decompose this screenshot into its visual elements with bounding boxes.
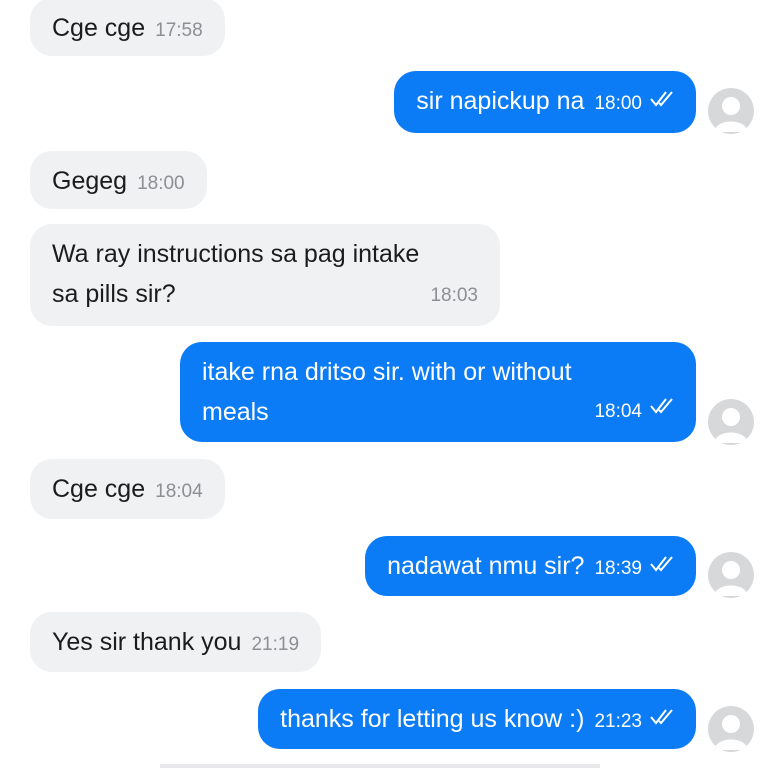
double-check-icon xyxy=(650,545,674,585)
message-text: Yes sir thank you xyxy=(52,628,242,656)
message-text: Cge cge xyxy=(52,475,146,503)
message-text-line: Wa ray instructions sa pag intake xyxy=(52,240,420,268)
double-check-icon xyxy=(650,80,674,120)
message-time: 18:00 xyxy=(137,173,185,194)
message-text-line: itake rna dritso sir. with or without xyxy=(202,358,572,386)
avatar[interactable] xyxy=(708,88,754,134)
message-text-line: sa pills sir? xyxy=(52,280,176,308)
message-bubble-outgoing[interactable]: itake rna dritso sir. with or without me… xyxy=(180,342,696,442)
message-bubble-incoming[interactable]: Cge cge 17:58 xyxy=(30,0,225,56)
message-bubble-outgoing[interactable]: thanks for letting us know :) 21:23 xyxy=(258,689,696,749)
message-bubble-incoming[interactable]: Yes sir thank you 21:19 xyxy=(30,612,322,672)
divider xyxy=(160,764,600,768)
message-text: thanks for letting us know :) xyxy=(280,705,585,733)
avatar[interactable] xyxy=(708,399,754,445)
message-meta: 18:04 xyxy=(594,392,674,432)
user-placeholder-icon xyxy=(714,97,748,132)
message-time: 21:23 xyxy=(594,711,642,732)
avatar[interactable] xyxy=(708,706,754,752)
message-text: nadawat nmu sir? xyxy=(387,552,585,580)
message-time: 18:04 xyxy=(155,481,203,502)
message-time: 18:03 xyxy=(430,285,478,306)
double-check-icon xyxy=(650,390,674,430)
message-bubble-outgoing[interactable]: sir napickup na 18:00 xyxy=(394,71,696,133)
message-text: sir napickup na xyxy=(416,87,585,115)
message-time: 18:00 xyxy=(594,93,642,114)
double-check-icon xyxy=(650,698,674,738)
message-bubble-outgoing[interactable]: nadawat nmu sir? 18:39 xyxy=(365,536,696,596)
avatar[interactable] xyxy=(708,552,754,598)
message-text: Cge cge xyxy=(52,14,146,42)
message-bubble-incoming[interactable]: Cge cge 18:04 xyxy=(30,459,225,519)
message-time: 18:39 xyxy=(594,558,642,579)
message-time: 18:04 xyxy=(594,401,642,422)
message-text: Gegeg xyxy=(52,167,128,195)
user-placeholder-icon xyxy=(714,408,748,443)
user-placeholder-icon xyxy=(714,715,748,750)
message-bubble-incoming[interactable]: Wa ray instructions sa pag intake sa pil… xyxy=(30,224,500,326)
message-time: 21:19 xyxy=(251,634,300,655)
message-bubble-incoming[interactable]: Gegeg 18:00 xyxy=(30,151,207,209)
message-time: 17:58 xyxy=(155,20,203,41)
user-placeholder-icon xyxy=(714,561,748,596)
